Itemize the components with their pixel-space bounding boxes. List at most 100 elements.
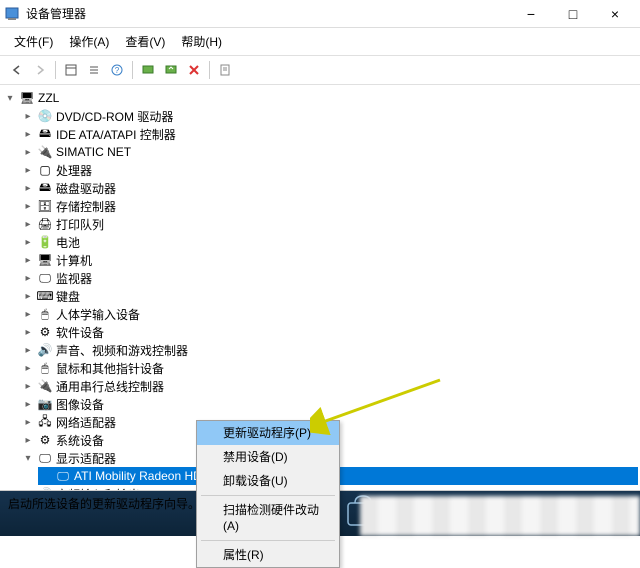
net-icon: 🔌	[37, 144, 53, 160]
chevron-right-icon[interactable]: ▸	[22, 345, 34, 356]
chevron-right-icon[interactable]: ▸	[22, 201, 34, 212]
menu-separator	[201, 540, 335, 541]
taskbar-blurred	[360, 496, 640, 536]
computer-icon: 🖥	[19, 90, 35, 106]
minimize-button[interactable]: −	[510, 0, 552, 28]
node-label: 人体学输入设备	[56, 306, 140, 323]
tree-node[interactable]: ▸🗄存储控制器	[20, 197, 638, 215]
tree-node[interactable]: ▸🖴IDE ATA/ATAPI 控制器	[20, 125, 638, 143]
menu-uninstall-device[interactable]: 卸载设备(U)	[197, 469, 339, 493]
chevron-spacer	[40, 471, 52, 482]
chevron-right-icon[interactable]: ▸	[22, 417, 34, 428]
tree-node[interactable]: ▸⚙软件设备	[20, 323, 638, 341]
display-icon: 🖵	[37, 450, 53, 466]
system-icon: ⚙	[37, 432, 53, 448]
node-label: 软件设备	[56, 324, 104, 341]
hid-icon: 🖱	[37, 306, 53, 322]
scan-button[interactable]	[137, 59, 159, 81]
chevron-right-icon[interactable]: ▸	[22, 129, 34, 140]
node-label: 监视器	[56, 270, 92, 287]
close-button[interactable]: ×	[594, 0, 636, 28]
chevron-right-icon[interactable]: ▸	[22, 309, 34, 320]
usb-icon: 🔌	[37, 378, 53, 394]
tree-node[interactable]: ▸🔌SIMATIC NET	[20, 143, 638, 161]
printer-icon: 🖨	[37, 216, 53, 232]
menu-help[interactable]: 帮助(H)	[173, 30, 230, 53]
chevron-right-icon[interactable]: ▸	[22, 489, 34, 491]
titlebar: 设备管理器 − □ ×	[0, 0, 640, 28]
node-label: IDE ATA/ATAPI 控制器	[56, 126, 176, 143]
tree-node[interactable]: ▸🖵监视器	[20, 269, 638, 287]
chevron-right-icon[interactable]: ▸	[22, 111, 34, 122]
tree-node[interactable]: ▸🔌通用串行总线控制器	[20, 377, 638, 395]
menu-scan-hardware[interactable]: 扫描检测硬件改动(A)	[197, 498, 339, 538]
chevron-down-icon[interactable]: ▾	[4, 93, 16, 104]
nav-forward-button[interactable]	[29, 59, 51, 81]
tree-node[interactable]: ▸🖥计算机	[20, 251, 638, 269]
chevron-right-icon[interactable]: ▸	[22, 399, 34, 410]
toolbar-separator	[132, 61, 133, 79]
chevron-right-icon[interactable]: ▸	[22, 255, 34, 266]
tree-node[interactable]: ▸💿DVD/CD-ROM 驱动器	[20, 107, 638, 125]
menu-file[interactable]: 文件(F)	[6, 30, 61, 53]
nav-back-button[interactable]	[6, 59, 28, 81]
status-text: 启动所选设备的更新驱动程序向导。	[8, 497, 200, 511]
chevron-right-icon[interactable]: ▸	[22, 291, 34, 302]
node-label: DVD/CD-ROM 驱动器	[56, 108, 173, 125]
chevron-right-icon[interactable]: ▸	[22, 273, 34, 284]
chevron-right-icon[interactable]: ▸	[22, 237, 34, 248]
chevron-right-icon[interactable]: ▸	[22, 327, 34, 338]
node-label: 磁盘驱动器	[56, 180, 116, 197]
help-button[interactable]: ?	[106, 59, 128, 81]
tree-node[interactable]: ▸🔊声音、视频和游戏控制器	[20, 341, 638, 359]
ide-icon: 🖴	[37, 126, 53, 142]
menu-action[interactable]: 操作(A)	[61, 30, 117, 53]
chevron-right-icon[interactable]: ▸	[22, 219, 34, 230]
chevron-down-icon[interactable]: ▾	[22, 453, 34, 464]
show-hide-button[interactable]	[60, 59, 82, 81]
uninstall-button[interactable]	[183, 59, 205, 81]
maximize-button[interactable]: □	[552, 0, 594, 28]
tree-node[interactable]: ▸⌨键盘	[20, 287, 638, 305]
chevron-right-icon[interactable]: ▸	[22, 147, 34, 158]
tree-node[interactable]: ▸🖴磁盘驱动器	[20, 179, 638, 197]
node-label: 网络适配器	[56, 414, 116, 431]
window-title: 设备管理器	[26, 5, 510, 22]
tree-node[interactable]: ▸🔋电池	[20, 233, 638, 251]
sound-icon: 🔊	[37, 342, 53, 358]
tree-root[interactable]: ▾ 🖥 ZZL	[2, 89, 638, 107]
node-label: 处理器	[56, 162, 92, 179]
computer-icon: 🖥	[37, 252, 53, 268]
node-label: 系统设备	[56, 432, 104, 449]
app-icon	[4, 6, 20, 22]
properties-button[interactable]	[214, 59, 236, 81]
menu-properties[interactable]: 属性(R)	[197, 543, 339, 567]
menu-disable-device[interactable]: 禁用设备(D)	[197, 445, 339, 469]
tree-node[interactable]: ▸🖱人体学输入设备	[20, 305, 638, 323]
camera-icon: 📷	[37, 396, 53, 412]
node-label: 图像设备	[56, 396, 104, 413]
chevron-right-icon[interactable]: ▸	[22, 435, 34, 446]
tree-node[interactable]: ▸📷图像设备	[20, 395, 638, 413]
mouse-icon: 🖱	[37, 360, 53, 376]
chevron-right-icon[interactable]: ▸	[22, 183, 34, 194]
tree-node[interactable]: ▸🖨打印队列	[20, 215, 638, 233]
tree-node[interactable]: ▸▢处理器	[20, 161, 638, 179]
menu-update-driver[interactable]: 更新驱动程序(P)	[197, 421, 339, 445]
node-label: 电池	[56, 234, 80, 251]
chevron-right-icon[interactable]: ▸	[22, 165, 34, 176]
battery-icon: 🔋	[37, 234, 53, 250]
tree-node[interactable]: ▸🖱鼠标和其他指针设备	[20, 359, 638, 377]
chevron-right-icon[interactable]: ▸	[22, 363, 34, 374]
chevron-right-icon[interactable]: ▸	[22, 381, 34, 392]
update-driver-button[interactable]	[160, 59, 182, 81]
gpu-icon: 🖵	[55, 468, 71, 484]
list-button[interactable]	[83, 59, 105, 81]
node-label: 键盘	[56, 288, 80, 305]
audio-icon: 🔊	[37, 486, 53, 490]
toolbar-separator	[55, 61, 56, 79]
node-label: SIMATIC NET	[56, 145, 131, 159]
menu-view[interactable]: 查看(V)	[117, 30, 173, 53]
storage-icon: 🗄	[37, 198, 53, 214]
node-label: 音频输入和输出	[56, 486, 140, 491]
